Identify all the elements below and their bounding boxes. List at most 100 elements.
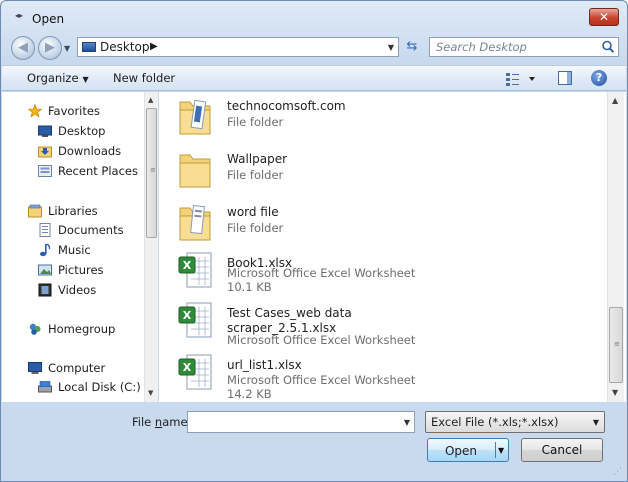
file-type: File folder [227,168,284,182]
grip-icon: ≡ [150,166,156,174]
help-button[interactable]: ? [591,70,607,86]
list-item[interactable]: word file File folder [177,198,597,248]
file-list-scrollbar[interactable]: ▲ ≡ ▼ [607,92,624,402]
excel-file-icon: X [178,302,212,338]
dialog-title: Open [32,12,65,26]
open-dialog: ◂▸ Open ✕ ◀ ▶ ▼ Desktop ▶ ▼ ⇆ Organize▼ … [0,0,628,482]
title-bar[interactable]: ◂▸ Open ✕ [1,1,627,31]
nav-libraries-label: Libraries [48,204,98,218]
computer-icon [28,362,42,374]
nav-item-label: Local Disk (C:) [58,380,141,394]
help-icon: ? [595,71,603,84]
command-bar: Organize ▼ New folder ? [2,65,626,91]
scroll-down-icon[interactable]: ▼ [148,389,153,397]
recent-places-icon [38,165,52,177]
scroll-up-icon[interactable]: ▲ [612,96,618,105]
search-icon[interactable] [600,39,616,55]
back-button[interactable]: ◀ [11,36,35,60]
organize-label: Organize [27,71,79,85]
file-name: Wallpaper [227,152,288,166]
file-name-line-1: Test Cases_web data [227,306,352,320]
pictures-icon [38,264,52,276]
excel-file-icon: X [178,354,212,390]
svg-text:X: X [183,309,192,322]
excel-file-icon: X [178,252,212,288]
cancel-button[interactable]: Cancel [521,438,603,462]
preview-pane-button[interactable] [558,71,572,85]
chevron-down-icon: ▼ [592,418,599,427]
app-icon: ◂▸ [15,11,24,20]
homegroup-icon [29,323,41,335]
folder-icon [179,154,211,188]
documents-icon [39,223,51,237]
list-item[interactable]: X url_list1.xlsx Microsoft Office Excel … [177,351,597,401]
file-name: technocomsoft.com [227,99,346,113]
desktop-icon [38,125,52,137]
breadcrumb-chevron-icon[interactable]: ▶ [150,41,158,52]
scroll-up-icon[interactable]: ▲ [148,96,153,104]
chevron-down-icon[interactable]: ▼ [404,418,410,427]
nav-favorites-label: Favorites [48,104,100,118]
address-dropdown-icon[interactable]: ▼ [388,43,394,52]
forward-button[interactable]: ▶ [38,36,62,60]
file-type: Microsoft Office Excel Worksheet [227,266,416,280]
nav-item-label: Videos [58,283,97,297]
split-divider [495,442,496,458]
file-type: Microsoft Office Excel Worksheet [227,333,416,347]
nav-item-label: Pictures [58,263,104,277]
organize-button[interactable]: Organize ▼ [27,71,89,85]
resize-grip-icon[interactable]: ⋰ [613,467,625,479]
file-name-label-part: File [132,415,155,429]
file-name: word file [227,205,279,219]
address-bar[interactable]: Desktop ▶ ▼ [77,37,399,57]
svg-text:X: X [183,259,192,272]
nav-scrollbar-thumb[interactable]: ≡ [146,108,157,238]
nav-item-label: Downloads [58,144,122,158]
file-name: url_list1.xlsx [227,358,302,372]
new-folder-button[interactable]: New folder [113,71,175,85]
open-button[interactable]: Open ▼ [427,438,509,462]
address-location[interactable]: Desktop [100,40,150,54]
nav-computer-label: Computer [48,361,106,375]
music-note-icon [40,243,51,257]
hard-drive-icon [38,381,52,393]
list-item[interactable]: X Book1.xlsx Microsoft Office Excel Work… [177,249,597,299]
file-type: File folder [227,115,284,129]
svg-text:X: X [183,361,192,374]
nav-item-label: Documents [58,223,124,237]
forward-arrow-icon: ▶ [45,40,55,55]
file-name-input[interactable] [188,412,396,432]
folder-icon [179,205,211,241]
nav-scrollbar[interactable]: ▲ ≡ ▼ [144,92,158,402]
nav-item-label: Desktop [58,124,106,138]
nav-item-label: Recent Places [58,164,138,178]
downloads-folder-icon [38,146,52,158]
list-item[interactable]: Wallpaper File folder [177,145,597,195]
file-type-filter-value: Excel File (*.xls;*.xlsx) [431,415,559,429]
file-list-scrollbar-thumb[interactable]: ≡ [609,307,623,383]
refresh-icon: ⇆ [406,39,418,54]
file-name-label: File name: [132,415,191,429]
grip-icon: ≡ [614,340,620,348]
file-name-combobox[interactable]: ▼ [187,411,415,433]
file-name: Test Cases_web data scraper_2.5.1.xlsx [227,306,352,336]
navigation-pane: Favorites Desktop Downloads Recent Place… [2,92,158,402]
search-box[interactable] [429,37,619,57]
list-item[interactable]: technocomsoft.com File folder [177,92,597,142]
close-button[interactable]: ✕ [589,8,619,26]
history-dropdown-icon[interactable]: ▼ [64,44,70,53]
folder-icon [179,99,211,135]
scroll-down-icon[interactable]: ▼ [612,388,618,397]
open-button-label: Open [444,444,478,458]
file-type-filter-select[interactable]: Excel File (*.xls;*.xlsx) ▼ [425,411,605,433]
open-options-dropdown-icon[interactable]: ▼ [498,446,504,455]
videos-icon [38,283,52,297]
desktop-icon [82,42,96,52]
search-input[interactable] [430,38,598,56]
refresh-button[interactable]: ⇆ [401,37,423,57]
nav-item-label: Music [58,243,91,257]
change-view-button[interactable] [505,71,539,87]
file-type: File folder [227,221,284,235]
list-item[interactable]: X Test Cases_web data scraper_2.5.1.xlsx … [177,299,597,349]
chevron-down-icon: ▼ [82,75,89,84]
